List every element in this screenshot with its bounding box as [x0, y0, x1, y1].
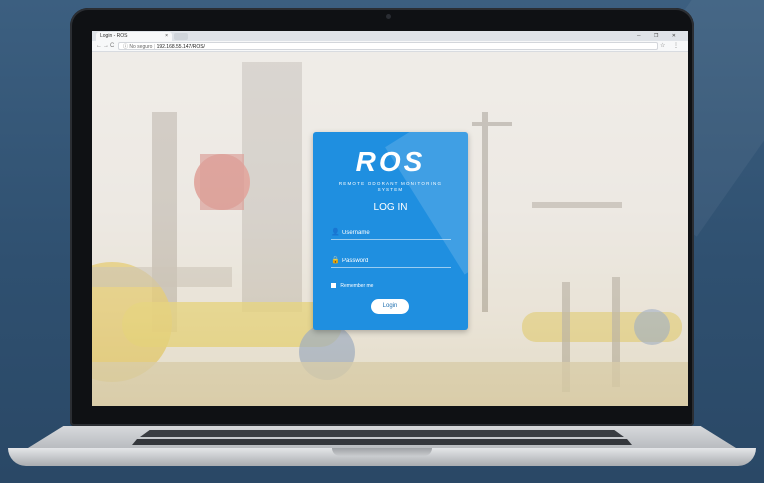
laptop-screen: Login - ROS × ─ ❐ ✕ ← → C ⓘ No seguro | … [92, 31, 688, 406]
username-input[interactable] [342, 228, 447, 238]
back-icon[interactable]: ← [96, 41, 102, 51]
login-page: ROS REMOTE ODORANT MONITORING SYSTEM LOG… [92, 52, 688, 406]
login-card: ROS REMOTE ODORANT MONITORING SYSTEM LOG… [313, 132, 468, 330]
password-input[interactable] [342, 256, 447, 266]
remember-checkbox[interactable] [331, 283, 336, 289]
address-bar[interactable]: ⓘ No seguro | 192.168.55.147/ROS/ [118, 42, 658, 50]
keyboard-row-2 [132, 439, 632, 445]
password-field[interactable]: 🔒 [331, 256, 451, 268]
login-heading: LOG IN [373, 202, 408, 213]
laptop-notch [332, 448, 432, 456]
browser-tab[interactable]: Login - ROS × [96, 32, 172, 41]
remember-label: Remember me [340, 283, 374, 289]
toolbar-icons[interactable]: ☆ ⋮ [660, 41, 682, 51]
browser-toolbar: ← → C ⓘ No seguro | 192.168.55.147/ROS/ … [92, 41, 688, 52]
ros-logo: ROS [355, 146, 426, 177]
user-icon: 👤 [331, 229, 340, 236]
logo-subtitle: REMOTE ODORANT MONITORING SYSTEM [313, 181, 468, 193]
browser-tab-bar: Login - ROS × ─ ❐ ✕ [92, 31, 688, 41]
webcam [386, 14, 391, 19]
login-button[interactable]: Login [371, 299, 409, 314]
logo-subtitle-line2: SYSTEM [377, 187, 404, 192]
tab-title: Login - ROS [100, 33, 128, 39]
tab-close-icon[interactable]: × [165, 32, 168, 41]
window-controls[interactable]: ─ ❐ ✕ [637, 31, 682, 41]
username-field[interactable]: 👤 [331, 228, 451, 240]
security-indicator[interactable]: ⓘ No seguro [123, 44, 152, 50]
lock-icon: 🔒 [331, 257, 340, 264]
url-text: 192.168.55.147/ROS/ [156, 44, 205, 50]
reload-icon[interactable]: C [110, 41, 114, 51]
forward-icon[interactable]: → [103, 41, 109, 51]
remember-me[interactable]: Remember me [331, 282, 373, 290]
new-tab-button[interactable] [174, 33, 188, 40]
keyboard-row [140, 430, 624, 437]
